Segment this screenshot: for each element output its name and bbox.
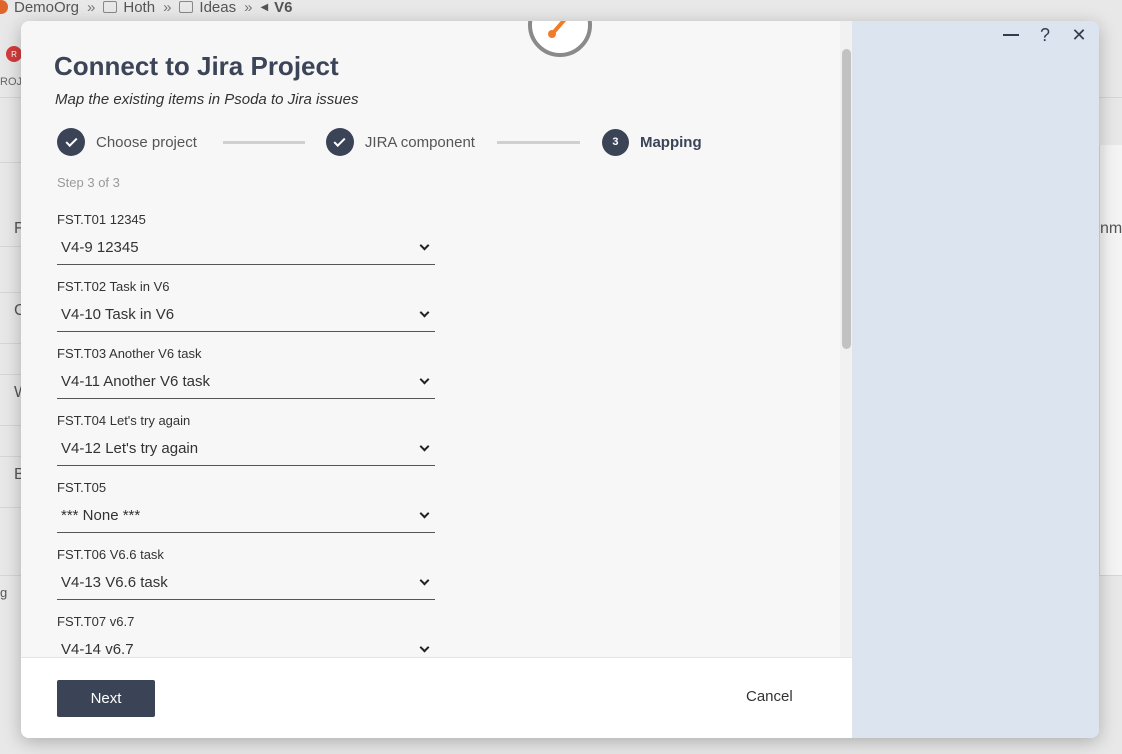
next-button[interactable]: Next <box>57 680 155 717</box>
mapping-select[interactable]: *** None *** <box>57 498 435 533</box>
chevron-down-icon <box>419 575 430 585</box>
step-number-icon: 3 <box>601 128 629 156</box>
breadcrumb-hoth[interactable]: Hoth <box>103 0 155 16</box>
step-done-icon <box>57 128 85 156</box>
mapping-label: FST.T03 Another V6 task <box>57 346 202 361</box>
step-done-icon <box>325 128 354 156</box>
chevron-down-icon <box>419 508 430 518</box>
chevron-down-icon <box>419 642 430 652</box>
mapping-label: FST.T01 12345 <box>57 212 146 227</box>
breadcrumb-ideas[interactable]: Ideas <box>179 0 236 16</box>
checkmark-icon <box>333 134 346 147</box>
window-controls: ? ✕ <box>1001 25 1089 45</box>
dialog-subtitle: Map the existing items in Psoda to Jira … <box>55 91 359 108</box>
jira-connect-icon <box>548 21 567 38</box>
breadcrumb-separator-icon: » <box>163 0 172 16</box>
dialog-content: Connect to Jira Project Map the existing… <box>21 21 852 657</box>
step-label-active: Mapping <box>639 133 702 151</box>
dialog-side-panel: ? ✕ <box>852 21 1099 738</box>
mapping-label: FST.T07 v6.7 <box>57 614 135 629</box>
org-logo-icon <box>0 0 8 14</box>
help-button[interactable]: ? <box>1035 25 1055 45</box>
step-count: Step 3 of 3 <box>57 175 120 190</box>
mapping-label: FST.T06 V6.6 task <box>57 547 164 562</box>
background-bottom-text: g <box>0 585 8 600</box>
step-connector <box>222 140 305 144</box>
mapping-row: FST.T05 *** None *** <box>57 480 435 547</box>
mapping-label: FST.T02 Task in V6 <box>57 279 170 294</box>
connect-jira-dialog: Connect to Jira Project Map the existing… <box>21 21 1099 738</box>
mapping-select[interactable]: V4-11 Another V6 task <box>57 364 435 399</box>
mapping-row: FST.T07 v6.7 V4-14 v6.7 <box>57 614 435 657</box>
mapping-row: FST.T04 Let's try again V4-12 Let's try … <box>57 413 435 480</box>
breadcrumb: DemoOrg » Hoth » Ideas » ◀ V6 <box>0 0 301 18</box>
breadcrumb-org[interactable]: DemoOrg <box>0 0 79 16</box>
minimize-icon <box>1003 34 1019 36</box>
breadcrumb-separator-icon: » <box>244 0 253 16</box>
mapping-select[interactable]: V4-9 12345 <box>57 230 435 265</box>
breadcrumb-v6[interactable]: ◀ V6 <box>260 0 292 16</box>
mapping-select[interactable]: V4-14 v6.7 <box>57 632 435 657</box>
caret-left-icon: ◀ <box>260 1 269 13</box>
stepper: Choose project JIRA component 3 Mapping <box>57 128 702 156</box>
background-right-column: nm <box>1099 145 1122 575</box>
mapping-list: FST.T01 12345 V4-9 12345 FST.T02 Task in… <box>57 212 435 657</box>
mapping-select[interactable]: V4-13 V6.6 task <box>57 565 435 600</box>
cancel-button[interactable]: Cancel <box>746 688 793 705</box>
mapping-select[interactable]: V4-12 Let's try again <box>57 431 435 466</box>
scrollbar-thumb[interactable] <box>842 49 851 349</box>
background-side-text: ROJ <box>0 76 22 88</box>
minimize-button[interactable] <box>1001 25 1021 45</box>
chevron-down-icon <box>419 307 430 317</box>
dialog-title: Connect to Jira Project <box>54 51 339 81</box>
mapping-label: FST.T04 Let's try again <box>57 413 191 428</box>
mapping-select[interactable]: V4-10 Task in V6 <box>57 297 435 332</box>
step-label: JIRA component <box>364 133 475 151</box>
mapping-row: FST.T03 Another V6 task V4-11 Another V6… <box>57 346 435 413</box>
breadcrumb-separator-icon: » <box>87 0 96 16</box>
book-icon <box>179 1 194 13</box>
dialog-footer: Next Cancel <box>21 657 852 738</box>
checkmark-icon <box>64 134 78 147</box>
chevron-down-icon <box>419 441 430 451</box>
chevron-down-icon <box>419 374 430 384</box>
mapping-row: FST.T02 Task in V6 V4-10 Task in V6 <box>57 279 435 346</box>
step-label: Choose project <box>96 133 197 151</box>
step-connector <box>496 140 580 144</box>
mapping-row: FST.T01 12345 V4-9 12345 <box>57 212 435 279</box>
chevron-down-icon <box>419 240 430 250</box>
mapping-label: FST.T05 <box>57 480 107 495</box>
notification-badge[interactable]: R <box>6 46 22 62</box>
book-icon <box>103 1 118 13</box>
close-button[interactable]: ✕ <box>1069 25 1089 45</box>
mapping-row: FST.T06 V6.6 task V4-13 V6.6 task <box>57 547 435 614</box>
